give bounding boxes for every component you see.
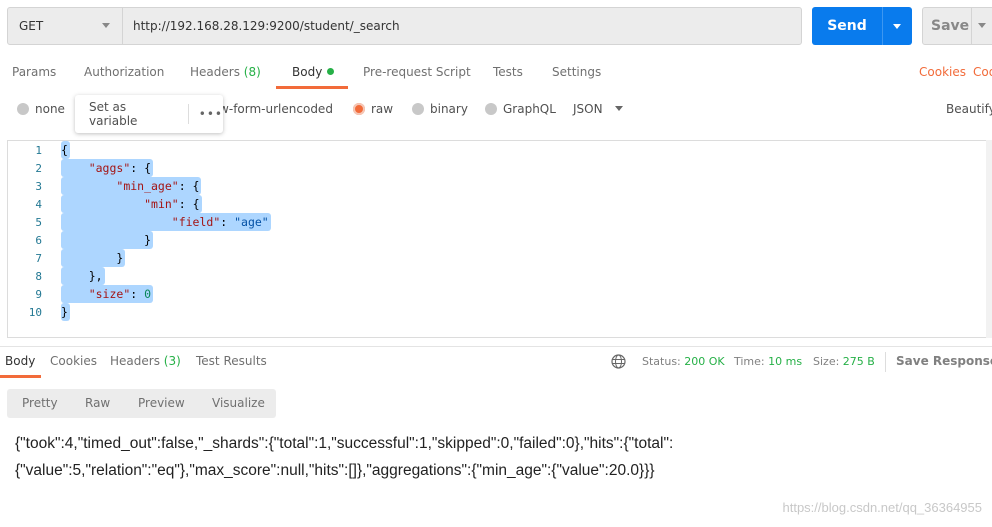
code-link[interactable]: Code — [973, 65, 992, 79]
more-options-icon[interactable]: ••• — [199, 107, 223, 121]
code-token-punc — [61, 215, 172, 229]
chevron-down-icon — [102, 23, 110, 28]
tab-params[interactable]: Params — [12, 65, 56, 79]
code-token-punc — [61, 197, 144, 211]
selection-popup: Set as variable ••• — [75, 95, 223, 133]
code-token-punc: : { — [130, 161, 152, 175]
response-tab-test-results[interactable]: Test Results — [196, 354, 267, 368]
tab-tests[interactable]: Tests — [493, 65, 523, 79]
divider — [0, 346, 992, 347]
code-token-key: "aggs" — [88, 161, 131, 175]
code-token-punc — [61, 161, 89, 175]
code-token-punc: }, — [61, 269, 103, 283]
response-tab-body[interactable]: Body — [5, 354, 35, 368]
response-tab-cookies[interactable]: Cookies — [50, 354, 97, 368]
code-line: } — [61, 249, 126, 267]
radio-none[interactable]: none — [17, 102, 65, 116]
save-button[interactable]: Save — [922, 7, 992, 45]
tab-authorization[interactable]: Authorization — [84, 65, 164, 79]
chevron-down-icon[interactable] — [978, 23, 986, 28]
send-button[interactable]: Send — [812, 7, 912, 45]
response-tab-headers[interactable]: Headers (3) — [110, 354, 181, 368]
code-line: "aggs": { — [61, 159, 154, 177]
code-token-punc: { — [61, 143, 68, 157]
code-token-key: "min" — [144, 197, 179, 211]
tab-settings[interactable]: Settings — [552, 65, 601, 79]
view-visualize[interactable]: Visualize — [212, 396, 265, 410]
active-tab-indicator — [0, 375, 41, 378]
time-readout: Time: 10 ms — [734, 355, 803, 368]
code-line: }, — [61, 267, 105, 285]
size-readout: Size: 275 B — [813, 355, 875, 368]
chevron-down-icon[interactable] — [893, 23, 901, 29]
code-token-punc — [61, 287, 89, 301]
tab-pre-request-script[interactable]: Pre-request Script — [363, 65, 471, 79]
code-token-punc: : { — [178, 179, 200, 193]
code-token-punc: : — [130, 287, 145, 301]
view-raw[interactable]: Raw — [85, 396, 110, 410]
code-token-punc: : — [220, 215, 235, 229]
editor-scrollbar[interactable] — [986, 140, 992, 338]
code-token-key: "field" — [171, 215, 221, 229]
active-tab-indicator — [276, 86, 348, 89]
line-number: 7 — [35, 252, 42, 265]
radio-graphql[interactable]: GraphQL — [485, 102, 556, 116]
line-number: 3 — [35, 180, 42, 193]
tab-body[interactable]: Body — [292, 65, 335, 79]
url-input[interactable]: http://192.168.28.129:9200/student/_sear… — [122, 7, 802, 45]
code-line: } — [61, 231, 154, 249]
method-select[interactable]: GET — [7, 7, 123, 45]
line-number: 8 — [35, 270, 42, 283]
code-token-num: 0 — [144, 287, 152, 301]
code-token-str: "age" — [234, 215, 269, 229]
code-token-key: "size" — [88, 287, 131, 301]
code-token-punc: } — [61, 233, 152, 247]
line-number: 5 — [35, 216, 42, 229]
save-response-button[interactable]: Save Response — [896, 354, 992, 368]
code-token-punc: } — [61, 305, 68, 319]
code-token-punc: : { — [178, 197, 200, 211]
globe-icon[interactable] — [611, 354, 626, 369]
view-pretty[interactable]: Pretty — [22, 396, 58, 410]
code-editor[interactable]: 1{2 "aggs": {3 "min_age": {4 "min": {5 "… — [7, 140, 992, 338]
line-number: 1 — [35, 144, 42, 157]
chevron-down-icon — [614, 106, 623, 111]
code-token-punc: } — [61, 251, 124, 265]
line-number: 2 — [35, 162, 42, 175]
line-number: 4 — [35, 198, 42, 211]
modified-dot-icon — [327, 68, 335, 75]
response-view-selector: Pretty Raw Preview Visualize — [7, 389, 276, 418]
line-number: 10 — [28, 306, 42, 319]
radio-binary[interactable]: binary — [412, 102, 468, 116]
tab-headers[interactable]: Headers (8) — [190, 65, 261, 79]
watermark: https://blog.csdn.net/qq_36364955 — [782, 500, 983, 515]
status-readout: Status: 200 OK — [642, 355, 725, 368]
code-line: { — [61, 141, 70, 159]
format-select[interactable]: JSON — [573, 102, 623, 116]
code-token-key: "min_age" — [116, 179, 179, 193]
set-as-variable-button[interactable]: Set as variable — [89, 100, 178, 128]
line-number: 6 — [35, 234, 42, 247]
code-line: } — [61, 303, 70, 321]
radio-raw[interactable]: raw — [353, 102, 393, 116]
view-preview[interactable]: Preview — [138, 396, 185, 410]
code-line: "min": { — [61, 195, 202, 213]
beautify-link[interactable]: Beautify — [946, 102, 992, 116]
cookies-link[interactable]: Cookies — [919, 65, 966, 79]
code-line: "min_age": { — [61, 177, 202, 195]
response-body: {"took":4,"timed_out":false,"_shards":{"… — [15, 435, 674, 479]
line-number: 9 — [35, 288, 42, 301]
code-line: "size": 0 — [61, 285, 154, 303]
code-line: "field": "age" — [61, 213, 271, 231]
code-token-punc — [61, 179, 116, 193]
